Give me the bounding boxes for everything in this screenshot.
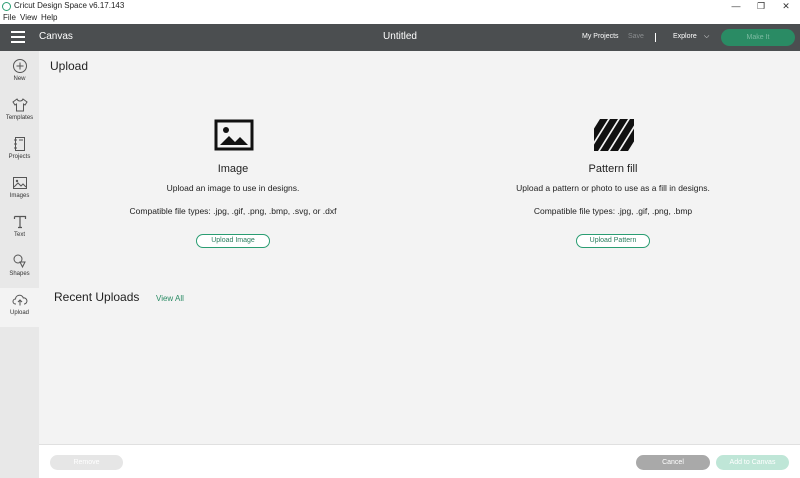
upload-image-button[interactable]: Upload Image [196, 234, 270, 248]
app-header: Canvas Untitled My Projects Save Explore… [0, 24, 800, 51]
image-icon [214, 119, 254, 151]
make-it-button[interactable]: Make It [721, 29, 795, 46]
notebook-icon [13, 137, 25, 151]
sidebar-item-text[interactable]: Text [0, 210, 39, 249]
sidebar-item-label: Images [9, 193, 30, 199]
menu-bar: File View Help [0, 13, 800, 24]
left-sidebar: New Templates Projects Images Text Shape… [0, 51, 39, 478]
pattern-description: Upload a pattern or photo to use as a fi… [516, 183, 710, 193]
shapes-icon [13, 254, 26, 269]
cancel-button[interactable]: Cancel [636, 455, 710, 470]
my-projects-link[interactable]: My Projects [582, 33, 619, 40]
menu-view[interactable]: View [20, 13, 37, 22]
chevron-down-icon: ⌵ [704, 33, 710, 40]
sidebar-item-label: New [13, 76, 26, 82]
sidebar-item-shapes[interactable]: Shapes [0, 249, 39, 288]
image-file-types: Compatible file types: .jpg, .gif, .png,… [129, 206, 337, 216]
maximize-button[interactable]: ❐ [751, 0, 771, 12]
image-icon [12, 177, 27, 189]
sidebar-item-label: Projects [8, 154, 31, 160]
window-titlebar: Cricut Design Space v6.17.143 — ❐ ✕ [0, 0, 800, 13]
plus-circle-icon [12, 59, 27, 73]
sidebar-item-new[interactable]: New [0, 54, 39, 93]
remove-button[interactable]: Remove [50, 455, 123, 470]
menu-file[interactable]: File [3, 13, 16, 22]
add-to-canvas-button[interactable]: Add to Canvas [716, 455, 789, 470]
sidebar-item-label: Upload [9, 310, 29, 316]
striped-pattern-icon [594, 119, 634, 151]
image-heading: Image [217, 163, 249, 175]
tshirt-icon [11, 98, 28, 112]
upload-pattern-button[interactable]: Upload Pattern [576, 234, 650, 248]
pattern-heading: Pattern fill [588, 163, 638, 175]
image-description: Upload an image to use in designs. [166, 183, 300, 193]
view-all-link[interactable]: View All [156, 294, 184, 303]
menu-help[interactable]: Help [41, 13, 57, 22]
cricut-logo-icon [2, 2, 11, 11]
footer-bar: Remove Cancel Add to Canvas [39, 444, 800, 478]
sidebar-item-upload[interactable]: Upload [0, 288, 39, 327]
pattern-file-types: Compatible file types: .jpg, .gif, .png,… [533, 206, 693, 216]
minimize-button[interactable]: — [726, 0, 746, 12]
sidebar-item-images[interactable]: Images [0, 171, 39, 210]
window-title: Cricut Design Space v6.17.143 [14, 1, 125, 10]
cloud-upload-icon [12, 294, 27, 306]
page-title: Upload [50, 59, 89, 73]
sidebar-item-label: Text [13, 232, 25, 238]
explore-dropdown[interactable]: Explore [673, 33, 697, 40]
recent-uploads-title: Recent Uploads [54, 290, 140, 304]
upload-panel: Upload Image Upload an image to use in d… [39, 51, 800, 444]
close-button[interactable]: ✕ [776, 0, 796, 12]
sidebar-item-label: Shapes [9, 271, 30, 277]
save-link[interactable]: Save [628, 33, 644, 40]
sidebar-item-projects[interactable]: Projects [0, 132, 39, 171]
header-divider [655, 33, 656, 42]
sidebar-item-label: Templates [5, 115, 34, 121]
text-icon [13, 215, 26, 229]
sidebar-item-templates[interactable]: Templates [0, 93, 39, 132]
